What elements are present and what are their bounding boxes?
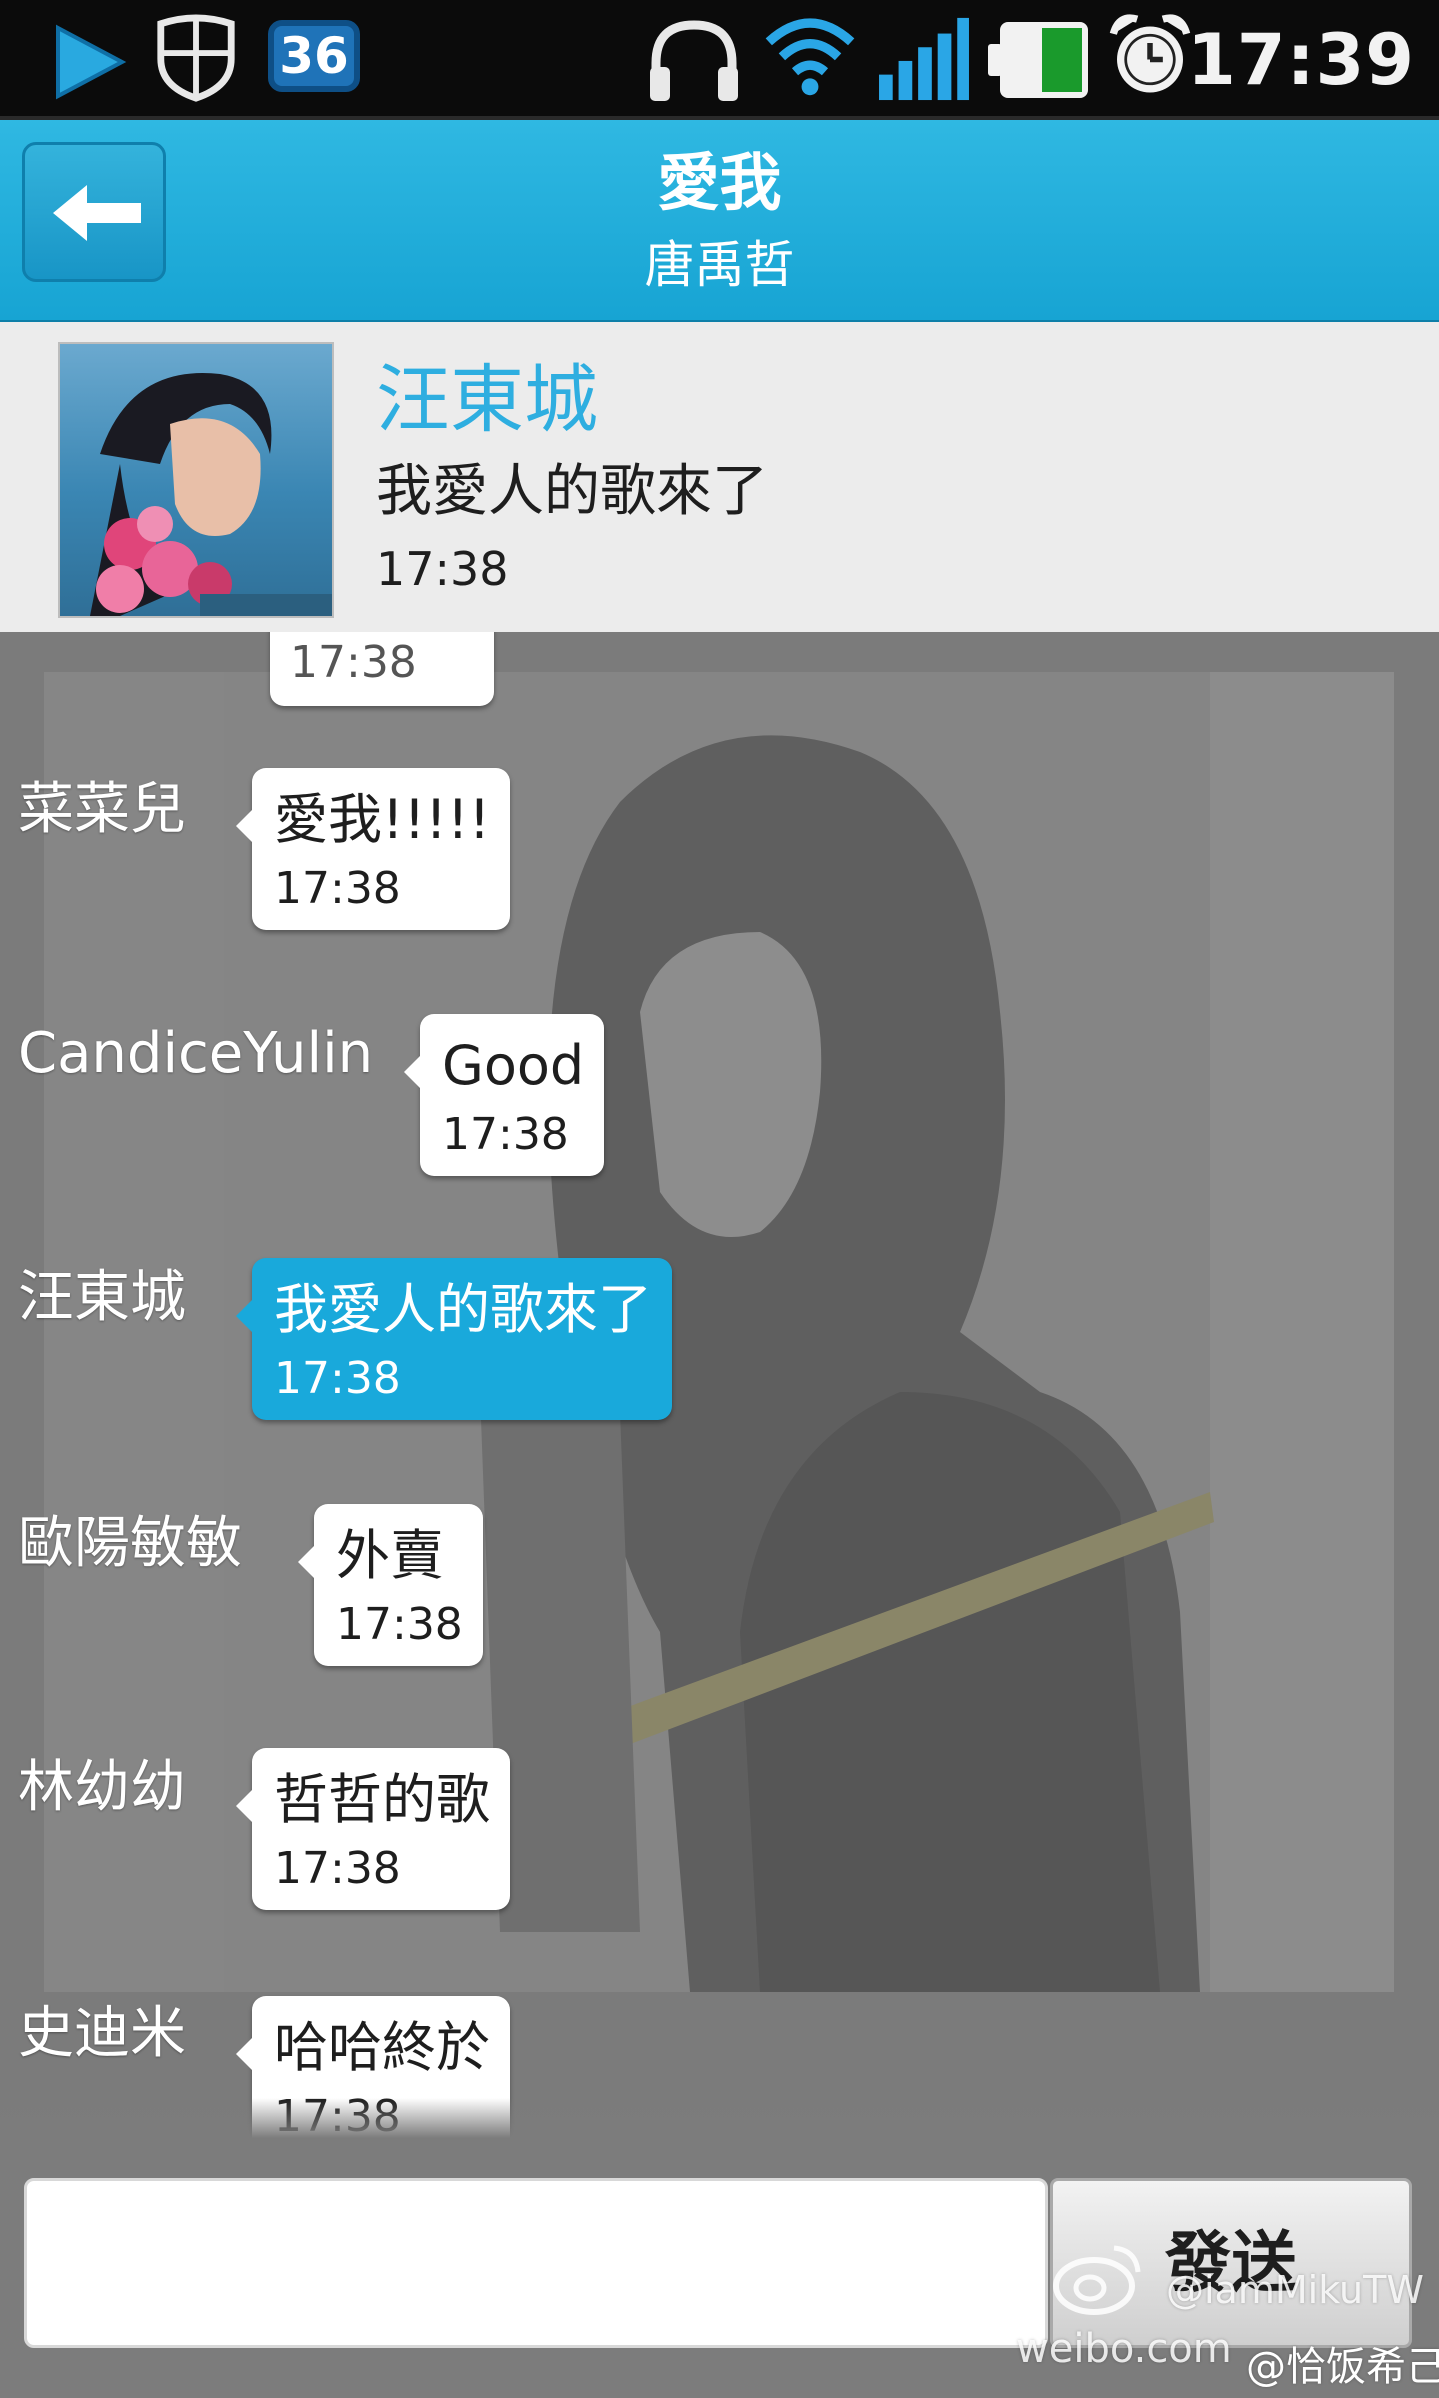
message-author: 史迪米 — [18, 2001, 186, 2066]
message-text: Good — [442, 1034, 585, 1097]
message-input[interactable] — [24, 2178, 1048, 2348]
message-bubble-highlighted[interactable]: 我愛人的歌來了 17:38 — [236, 1258, 672, 1420]
message-author: 歐陽敏敏 — [18, 1511, 242, 1576]
message-author: 林幼幼 — [18, 1755, 186, 1820]
pinned-text: 我愛人的歌來了 — [376, 459, 768, 524]
shield-icon — [157, 14, 235, 102]
message-text: 愛我!!!!! — [274, 788, 491, 851]
message-time: 17:38 — [336, 1599, 463, 1650]
page-title: 愛我 — [657, 146, 782, 219]
message-time: 17:38 — [442, 1109, 569, 1160]
message-text: 哈哈終於 — [274, 2016, 490, 2079]
message-bubble-partial[interactable]: 17:38 — [270, 632, 494, 706]
message-time: 17:38 — [290, 637, 417, 688]
message-bubble[interactable]: Good 17:38 — [403, 1014, 605, 1176]
pinned-author: 汪東城 — [376, 357, 598, 443]
battery-icon — [988, 22, 1088, 98]
chat-message-list[interactable]: 17:38 菜菜兒 愛我!!!!! 17:38 CandiceYulin Goo… — [0, 632, 1439, 2138]
message-bubble[interactable]: 愛我!!!!! 17:38 — [235, 768, 511, 930]
pinned-message-card[interactable]: 汪東城 我愛人的歌來了 17:38 — [0, 322, 1439, 635]
avatar-photo — [60, 344, 332, 616]
message-author: CandiceYulin — [18, 1021, 374, 1086]
chat-background-photo — [0, 632, 1439, 2138]
message-text: 外賣 — [336, 1524, 444, 1587]
alarm-icon — [1109, 14, 1191, 93]
message-text: 哲哲的歌 — [274, 1768, 490, 1831]
page-subtitle: 唐禹哲 — [644, 236, 795, 294]
message-time: 17:38 — [274, 863, 401, 914]
wifi-icon — [765, 18, 855, 96]
message-text: 我愛人的歌來了 — [274, 1278, 652, 1341]
play-store-icon — [56, 24, 127, 100]
message-author: 菜菜兒 — [18, 777, 186, 842]
composer-bar: 發送 @iamMikuTW weibo.com @恰饭希己 — [0, 2138, 1439, 2398]
message-author: 汪東城 — [18, 1265, 186, 1330]
watermark-user: @恰饭希己 — [1246, 2344, 1439, 2390]
pinned-time: 17:38 — [376, 542, 509, 596]
watermark-handle: @iamMikuTW — [1166, 2268, 1424, 2312]
app-header: 愛我 唐禹哲 — [0, 120, 1439, 323]
message-time: 17:38 — [274, 1843, 401, 1894]
chat-fade — [0, 2098, 1439, 2138]
message-time: 17:38 — [274, 1353, 401, 1404]
message-bubble[interactable]: 哲哲的歌 17:38 — [236, 1748, 510, 1910]
avatar[interactable] — [58, 342, 334, 618]
signal-icon — [879, 17, 969, 101]
message-bubble[interactable]: 外賣 17:38 — [298, 1504, 483, 1666]
watermark-site: weibo.com — [1016, 2326, 1232, 2372]
status-bar: 36 17:39 — [0, 0, 1439, 120]
weibo-logo-icon — [1053, 2245, 1141, 2315]
notification-badge: 36 — [268, 20, 360, 92]
headphones-icon — [650, 20, 738, 101]
status-time: 17:39 — [1187, 19, 1415, 101]
